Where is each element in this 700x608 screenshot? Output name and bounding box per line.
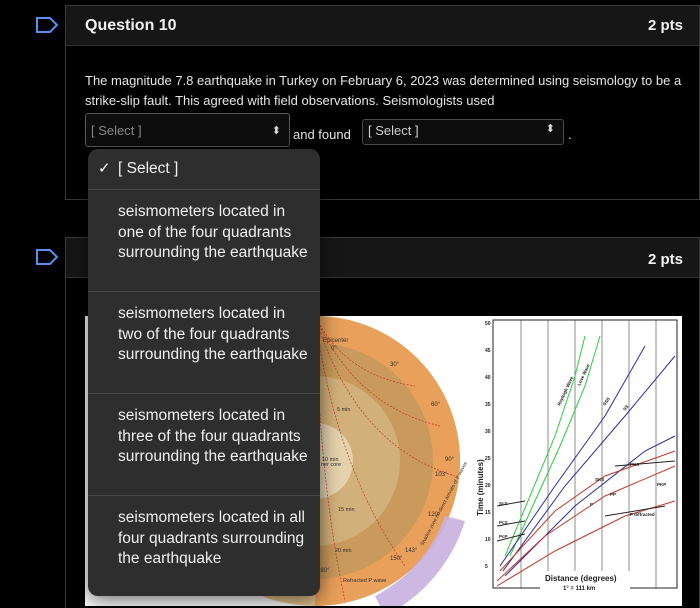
y-tick: 45 xyxy=(485,348,491,354)
label-deg60: 60° xyxy=(431,402,441,408)
label-inner-core: ner core xyxy=(321,462,341,468)
answer-select-1[interactable]: [ Select ] ⬍ xyxy=(85,113,290,147)
middle-text: and found xyxy=(293,127,351,142)
label-epicenter: Epicenter xyxy=(323,338,348,344)
y-tick: 25 xyxy=(485,456,491,462)
label-deg0: 0° xyxy=(331,346,337,352)
label-deg143: 143° xyxy=(405,548,418,554)
answer-select-2[interactable]: [ Select ] ⬍ xyxy=(362,119,564,145)
dropdown-option-one-quadrant[interactable]: seismometers located in one of the four … xyxy=(88,190,320,292)
curve-label: PP xyxy=(610,492,616,497)
label-5min: 5 min xyxy=(337,407,350,413)
curve-label: PcP xyxy=(499,534,508,539)
dropdown-option-four-quadrants[interactable]: seismometers located in all four quadran… xyxy=(88,496,320,596)
curve-label: PcS xyxy=(499,520,508,525)
curve-label: P diffracted xyxy=(630,512,655,517)
curve-label: P xyxy=(590,502,593,507)
y-tick: 30 xyxy=(485,429,491,435)
y-tick: 40 xyxy=(485,375,491,381)
flag-icon[interactable] xyxy=(35,249,59,265)
flag-icon[interactable] xyxy=(35,17,59,33)
dropdown-option-two-quadrants[interactable]: seismometers located in two of the four … xyxy=(88,292,320,394)
travel-time-chart: 50 45 40 35 30 25 20 15 10 5 Time (minut… xyxy=(476,319,678,593)
label-deg30: 30° xyxy=(390,362,400,368)
checkmark-icon: ✓ xyxy=(98,160,111,177)
question-points: 2 pts xyxy=(647,17,683,34)
y-tick: 50 xyxy=(485,321,491,327)
y-axis-label: Time (minutes) xyxy=(476,459,485,516)
label-15min: 15 min xyxy=(338,507,355,513)
select-dropdown-menu: ✓ [ Select ] seismometers located in one… xyxy=(88,149,320,596)
curve-label: PKP xyxy=(657,482,666,487)
option-label: seismometers located in one of the four … xyxy=(118,203,308,261)
y-tick: 5 xyxy=(485,564,488,570)
chevron-updown-icon: ⬍ xyxy=(271,125,281,137)
chevron-updown-icon: ⬍ xyxy=(545,123,555,135)
curve-label: SKS xyxy=(595,477,604,482)
label-refracted: Refracted P wave xyxy=(343,578,386,584)
label-deg103: 103° xyxy=(435,472,448,478)
x-axis-label: Distance (degrees) xyxy=(545,574,617,583)
curve-label: PKS xyxy=(630,462,639,467)
select-1-value: [ Select ] xyxy=(91,123,142,138)
y-tick: 10 xyxy=(485,537,491,543)
question-title: Question 10 xyxy=(85,17,177,34)
label-20min: 20 min xyxy=(335,548,352,554)
select-2-value: [ Select ] xyxy=(368,123,419,138)
curve-label: ScS xyxy=(499,501,508,506)
option-label: seismometers located in three of the fou… xyxy=(118,407,308,465)
km-label: 1° = 111 km xyxy=(563,586,595,592)
sentence-end: . xyxy=(568,127,572,142)
dropdown-option-three-quadrants[interactable]: seismometers located in three of the fou… xyxy=(88,394,320,496)
option-label: seismometers located in two of the four … xyxy=(118,305,308,363)
label-deg90: 90° xyxy=(445,457,455,463)
dropdown-option-select[interactable]: ✓ [ Select ] xyxy=(88,149,320,190)
option-label: seismometers located in all four quadran… xyxy=(118,509,305,567)
option-label: [ Select ] xyxy=(118,160,179,177)
y-tick: 15 xyxy=(485,510,491,516)
question-header: Question 10 2 pts xyxy=(66,6,699,46)
label-deg150: 150° xyxy=(390,556,403,562)
question-text: The magnitude 7.8 earthquake in Turkey o… xyxy=(85,73,682,108)
question-points: 2 pts xyxy=(647,251,683,268)
y-tick: 35 xyxy=(485,402,491,408)
y-tick: 20 xyxy=(485,483,491,489)
